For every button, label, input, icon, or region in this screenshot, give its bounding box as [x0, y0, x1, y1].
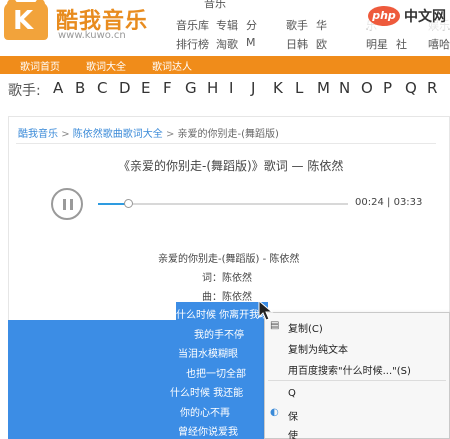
logo-url: www.kuwo.cn: [58, 30, 126, 41]
letter-link-r[interactable]: R: [427, 79, 437, 97]
letter-link-m[interactable]: M: [317, 79, 330, 97]
letter-filter-label: 歌手:: [8, 83, 41, 99]
letter-link-a[interactable]: A: [53, 79, 63, 97]
nav-west[interactable]: 欧: [316, 36, 327, 52]
letter-link-i[interactable]: I: [229, 79, 233, 97]
lyric-line-selected: 你的心不再: [180, 408, 230, 419]
ctx-item-q[interactable]: Q: [288, 388, 296, 399]
letter-link-e[interactable]: E: [141, 79, 150, 97]
nav-album[interactable]: 专辑: [216, 17, 238, 33]
logo-ear-right: [35, 0, 45, 9]
ctx-item-save[interactable]: 保: [288, 408, 298, 423]
lyric-line-selected: 什么时候 我还能: [170, 388, 244, 399]
divider: [16, 143, 436, 144]
breadcrumb-current: 亲爱的你别走-(舞蹈版): [177, 129, 279, 140]
lyric-line-lyricist: 词：陈依然: [202, 273, 252, 284]
lyric-line-selected: 也把一切全部: [186, 369, 246, 380]
ctx-copy-plain[interactable]: 复制为纯文本: [288, 341, 348, 356]
letter-link-j[interactable]: J: [251, 79, 255, 97]
save-icon: ◐: [270, 407, 279, 418]
pause-button[interactable]: [51, 188, 83, 220]
letter-link-b[interactable]: B: [75, 79, 85, 97]
nav-category[interactable]: 分: [246, 17, 257, 33]
nav-taoge[interactable]: 淘歌: [216, 36, 238, 52]
letter-link-h[interactable]: H: [207, 79, 218, 97]
lyric-line-composer: 曲：陈依然: [202, 292, 252, 303]
nav-lyrics-all[interactable]: 歌词大全: [86, 58, 126, 73]
letter-link-k[interactable]: K: [273, 79, 283, 97]
song-title: 《亲爱的你别走-(舞蹈版)》歌词 — 陈依然: [118, 159, 344, 173]
nav-charts[interactable]: 排行榜: [176, 36, 209, 52]
time-separator: |: [387, 197, 391, 208]
kuwo-logo-icon[interactable]: K: [4, 0, 48, 40]
letter-link-p[interactable]: P: [383, 79, 392, 97]
nav-jk[interactable]: 日韩: [286, 36, 308, 52]
time-readout: 00:24 | 03:33: [355, 197, 422, 208]
ctx-item-use[interactable]: 使: [288, 427, 298, 439]
php-cn-watermark: php 中文网: [366, 2, 450, 30]
mouse-cursor-icon: [258, 300, 274, 321]
logo-letter: K: [13, 6, 34, 36]
ctx-separator: [268, 380, 446, 381]
total-time: 03:33: [393, 197, 423, 208]
lyric-line-selected: 曾经你说爱我: [178, 427, 238, 438]
breadcrumb: 酷我音乐 > 陈依然歌曲歌词大全 > 亲爱的你别走-(舞蹈版): [18, 125, 279, 140]
current-time: 00:24: [355, 197, 384, 208]
breadcrumb-artist-lyrics[interactable]: 陈依然歌曲歌词大全: [73, 129, 163, 140]
nav-lyrics-home[interactable]: 歌词首页: [20, 58, 60, 73]
watermark-badge: php: [368, 6, 400, 26]
letter-link-c[interactable]: C: [97, 79, 107, 97]
nav-hiphop[interactable]: 嘻哈: [428, 36, 450, 52]
progress-knob[interactable]: [124, 199, 133, 208]
nav-music-lib[interactable]: 音乐库: [176, 17, 209, 33]
lyric-line-selected: 当泪水模糊眼: [178, 349, 238, 360]
pause-icon-bar-right: [70, 199, 73, 210]
breadcrumb-sep: >: [61, 129, 70, 140]
nav-singer[interactable]: 歌手: [286, 17, 308, 33]
breadcrumb-sep: >: [165, 129, 175, 140]
ctx-baidu-search[interactable]: 用百度搜索"什么时候..."(S): [288, 362, 411, 377]
letter-link-l[interactable]: L: [295, 79, 303, 97]
nav-star[interactable]: 明星: [366, 36, 388, 52]
ctx-copy[interactable]: 复制(C): [288, 320, 323, 335]
nav-mv[interactable]: M: [246, 36, 256, 49]
nav-chinese[interactable]: 华: [316, 17, 327, 33]
pause-icon-bar-left: [63, 199, 66, 210]
letter-link-d[interactable]: D: [119, 79, 131, 97]
breadcrumb-home[interactable]: 酷我音乐: [18, 129, 58, 140]
watermark-text: 中文网: [404, 9, 446, 25]
letter-link-g[interactable]: G: [185, 79, 197, 97]
letter-link-f[interactable]: F: [163, 79, 172, 97]
letter-link-n[interactable]: N: [339, 79, 350, 97]
lyrics-nav-bar: 歌词首页 歌词大全 歌词达人: [0, 56, 450, 74]
letter-link-q[interactable]: Q: [405, 79, 417, 97]
progress-track[interactable]: [98, 203, 348, 205]
lyric-line-title: 亲爱的你别走-(舞蹈版) - 陈依然: [158, 254, 300, 265]
nav-social[interactable]: 社: [396, 36, 407, 52]
nav-lyrics-expert[interactable]: 歌词达人: [152, 58, 192, 73]
letter-link-o[interactable]: O: [361, 79, 373, 97]
lyric-line-selected: 我的手不停: [194, 330, 244, 341]
top-nav-partial[interactable]: 音乐: [204, 0, 226, 11]
